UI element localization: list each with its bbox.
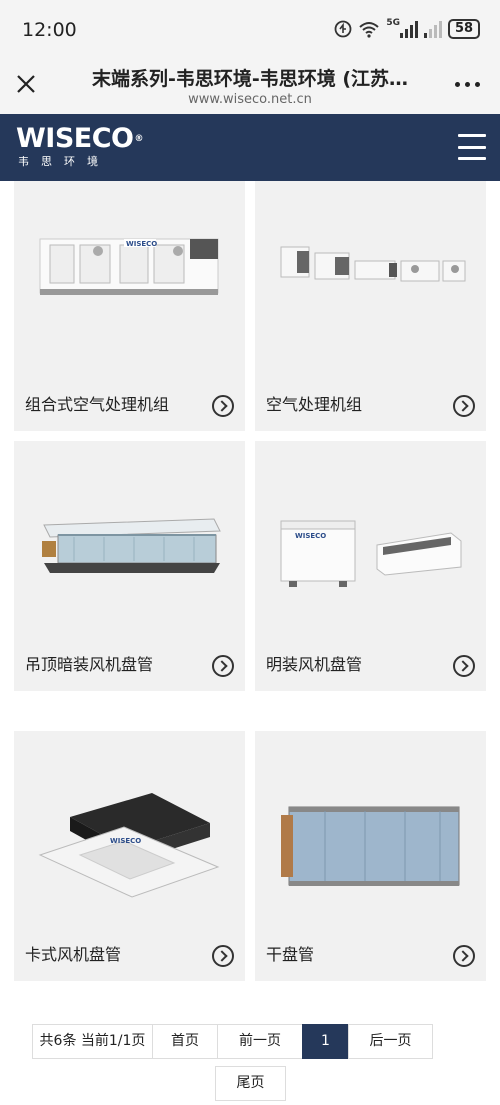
combined-ahu-image: WISECO	[39, 238, 219, 295]
site-header: WISECO® 韦思环境	[0, 114, 500, 181]
chevron-right-circle-icon[interactable]	[453, 395, 475, 417]
dot-icon	[464, 81, 470, 87]
registered-mark: ®	[134, 134, 144, 144]
ahu-units-image	[280, 246, 466, 282]
dry-coil-image	[281, 806, 460, 886]
chevron-right-circle-icon[interactable]	[212, 395, 234, 417]
chevron-right-circle-icon[interactable]	[453, 655, 475, 677]
pagination-summary: 共6条 当前1/1页	[32, 1024, 153, 1059]
chevron-right-circle-icon[interactable]	[453, 945, 475, 967]
signal-strength-icon	[400, 20, 418, 38]
ceiling-concealed-fcu-image	[42, 518, 221, 573]
more-options-button[interactable]	[450, 72, 484, 96]
product-card[interactable]: 干盘管	[255, 731, 486, 981]
product-label: 卡式风机盘管	[25, 945, 122, 964]
status-bar: 12:00 5G 58	[0, 0, 500, 56]
next-page-button[interactable]: 后一页	[348, 1024, 433, 1059]
exposed-fcu-image: WISECO	[280, 520, 462, 587]
signal-secondary-icon	[424, 20, 442, 38]
chevron-right-circle-icon[interactable]	[212, 655, 234, 677]
status-time: 12:00	[22, 19, 77, 41]
product-card[interactable]: 空气处理机组	[255, 181, 486, 431]
dot-icon	[474, 81, 480, 87]
product-card[interactable]: WISECO 卡式风机盘管	[14, 731, 245, 981]
network-type-label: 5G	[386, 18, 400, 28]
logo-text: WISECO	[16, 123, 134, 154]
product-label: 空气处理机组	[266, 395, 363, 414]
chevron-right-circle-icon[interactable]	[212, 945, 234, 967]
last-page-button[interactable]: 尾页	[215, 1066, 286, 1101]
cassette-fcu-image: WISECO	[38, 793, 220, 898]
battery-indicator: 58	[448, 19, 480, 39]
hamburger-menu-icon[interactable]	[458, 134, 486, 160]
svg-text:WISECO: WISECO	[110, 837, 141, 845]
svg-text:WISECO: WISECO	[295, 532, 326, 540]
product-card[interactable]: 吊顶暗装风机盘管	[14, 441, 245, 691]
product-label: 吊顶暗装风机盘管	[25, 655, 154, 674]
prev-page-button[interactable]: 前一页	[217, 1024, 303, 1059]
wifi-icon	[359, 22, 380, 38]
logo-subtitle: 韦思环境	[18, 155, 110, 168]
browser-bar: 末端系列-韦思环境-韦思环境 (江苏… www.wiseco.net.cn	[0, 56, 500, 114]
status-icons: 5G 58	[334, 18, 480, 40]
page-url: www.wiseco.net.cn	[188, 92, 312, 107]
product-label: 明装风机盘管	[266, 655, 363, 674]
svg-text:WISECO: WISECO	[126, 240, 157, 248]
dot-icon	[454, 81, 460, 87]
product-label: 干盘管	[266, 945, 315, 964]
page-title: 末端系列-韦思环境-韦思环境 (江苏…	[91, 68, 409, 90]
first-page-button[interactable]: 首页	[152, 1024, 218, 1059]
product-card[interactable]: WISECO 组合式空气处理机组	[14, 181, 245, 431]
current-page-button[interactable]: 1	[302, 1024, 349, 1059]
product-label: 组合式空气处理机组	[25, 395, 170, 414]
site-logo[interactable]: WISECO® 韦思环境	[16, 124, 143, 170]
product-card[interactable]: WISECO 明装风机盘管	[255, 441, 486, 691]
hd-call-icon	[334, 20, 352, 38]
pagination: 共6条 当前1/1页 首页 前一页 1 后一页	[32, 1024, 433, 1059]
close-icon[interactable]	[10, 68, 42, 100]
